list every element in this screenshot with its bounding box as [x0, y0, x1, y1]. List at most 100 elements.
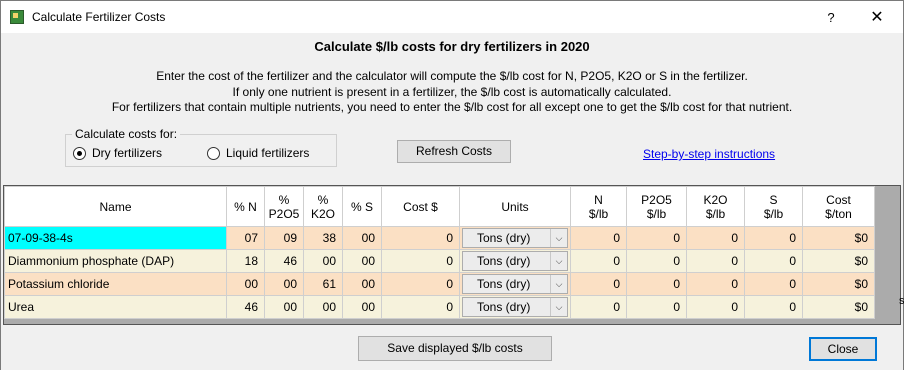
cell-n-lb: 0 [570, 272, 627, 296]
units-dropdown[interactable]: Tons (dry) ⌵ [462, 251, 568, 271]
table-row[interactable]: 07-09-38-4s 07 09 38 00 0 Tons (dry) ⌵ 0… [4, 226, 875, 250]
cell-n-lb: 0 [570, 249, 627, 273]
refresh-costs-button[interactable]: Refresh Costs [397, 140, 511, 163]
col-header-pct-n[interactable]: % N [226, 186, 265, 227]
cell-n-lb: 0 [570, 295, 627, 319]
instructions-link[interactable]: Step-by-step instructions [643, 147, 775, 161]
cell-s-lb: 0 [744, 249, 803, 273]
cell-pct-s[interactable]: 00 [342, 295, 382, 319]
cell-pct-k2o[interactable]: 00 [303, 249, 343, 273]
intro-line-2: If only one nutrient is present in a fer… [232, 85, 672, 99]
cell-cost-ton: $0 [802, 226, 875, 250]
col-header-cost[interactable]: Cost $ [381, 186, 460, 227]
radio-selected-icon[interactable] [73, 146, 86, 160]
fertilizer-table: Name % N % P2O5 % K2O % S Cost $ Units N $/… [4, 186, 875, 319]
cell-cost-ton: $0 [802, 295, 875, 319]
cell-p2o5-lb: 0 [626, 272, 687, 296]
close-window-icon[interactable]: ✕ [861, 6, 893, 30]
cell-units[interactable]: Tons (dry) ⌵ [459, 226, 571, 250]
cell-cost[interactable]: 0 [381, 249, 460, 273]
cell-cost[interactable]: 0 [381, 295, 460, 319]
col-header-name[interactable]: Name [4, 186, 227, 227]
cell-pct-p2o5[interactable]: 09 [264, 226, 304, 250]
cell-name[interactable]: Urea [4, 295, 227, 319]
radio-unselected-icon[interactable] [207, 146, 220, 160]
bottom-edge [0, 370, 904, 375]
cell-pct-s[interactable]: 00 [342, 272, 382, 296]
cell-s-lb: 0 [744, 226, 803, 250]
units-dropdown[interactable]: Tons (dry) ⌵ [462, 274, 568, 294]
chevron-down-icon[interactable]: ⌵ [550, 229, 567, 247]
col-header-p2o5-lb[interactable]: P2O5 $/lb [626, 186, 687, 227]
units-value: Tons (dry) [477, 300, 531, 314]
cell-pct-n[interactable]: 00 [226, 272, 265, 296]
cell-units[interactable]: Tons (dry) ⌵ [459, 272, 571, 296]
cell-p2o5-lb: 0 [626, 226, 687, 250]
cell-pct-k2o[interactable]: 38 [303, 226, 343, 250]
page-title: Calculate $/lb costs for dry fertilizers… [314, 39, 590, 54]
col-header-pct-s[interactable]: % S [342, 186, 382, 227]
radio-liquid-label: Liquid fertilizers [226, 146, 310, 160]
cell-k2o-lb: 0 [686, 249, 745, 273]
cell-pct-k2o[interactable]: 00 [303, 295, 343, 319]
cell-pct-p2o5[interactable]: 46 [264, 249, 304, 273]
cell-units[interactable]: Tons (dry) ⌵ [459, 249, 571, 273]
cell-pct-s[interactable]: 00 [342, 249, 382, 273]
intro-line-1: Enter the cost of the fertilizer and the… [156, 69, 748, 83]
cell-name[interactable]: 07-09-38-4s [4, 226, 227, 250]
cell-k2o-lb: 0 [686, 272, 745, 296]
table-row[interactable]: Potassium chloride 00 00 61 00 0 Tons (d… [4, 272, 875, 296]
chevron-down-icon[interactable]: ⌵ [550, 252, 567, 270]
cell-pct-p2o5[interactable]: 00 [264, 272, 304, 296]
col-header-s-lb[interactable]: S $/lb [744, 186, 803, 227]
table-header-row: Name % N % P2O5 % K2O % S Cost $ Units N $/… [4, 186, 875, 227]
cell-pct-n[interactable]: 07 [226, 226, 265, 250]
radio-liquid-fertilizers[interactable]: Liquid fertilizers [207, 146, 309, 160]
cell-units[interactable]: Tons (dry) ⌵ [459, 295, 571, 319]
table-row[interactable]: Urea 46 00 00 00 0 Tons (dry) ⌵ 0 0 0 0 … [4, 295, 875, 319]
cell-k2o-lb: 0 [686, 226, 745, 250]
cell-s-lb: 0 [744, 295, 803, 319]
save-costs-button[interactable]: Save displayed $/lb costs [358, 336, 552, 361]
radio-dry-fertilizers[interactable]: Dry fertilizers [73, 146, 162, 160]
cell-s-lb: 0 [744, 272, 803, 296]
units-dropdown[interactable]: Tons (dry) ⌵ [462, 297, 568, 317]
col-header-n-lb[interactable]: N $/lb [570, 186, 627, 227]
dialog-window: Calculate Fertilizer Costs ? ✕ Calculate… [0, 0, 904, 375]
cell-k2o-lb: 0 [686, 295, 745, 319]
help-button[interactable]: ? [817, 6, 845, 30]
radio-dry-label: Dry fertilizers [92, 146, 163, 160]
cell-cost-ton: $0 [802, 272, 875, 296]
cell-pct-k2o[interactable]: 61 [303, 272, 343, 296]
chevron-down-icon[interactable]: ⌵ [550, 298, 567, 316]
calc-for-legend: Calculate costs for: [72, 127, 181, 141]
cell-n-lb: 0 [570, 226, 627, 250]
cell-pct-n[interactable]: 46 [226, 295, 265, 319]
cell-name[interactable]: Diammonium phosphate (DAP) [4, 249, 227, 273]
col-header-units[interactable]: Units [459, 186, 571, 227]
cell-cost[interactable]: 0 [381, 272, 460, 296]
cell-cost-ton: $0 [802, 249, 875, 273]
units-dropdown[interactable]: Tons (dry) ⌵ [462, 228, 568, 248]
col-header-pct-p2o5[interactable]: % P2O5 [264, 186, 304, 227]
col-header-k2o-lb[interactable]: K2O $/lb [686, 186, 745, 227]
cell-name[interactable]: Potassium chloride [4, 272, 227, 296]
units-value: Tons (dry) [477, 277, 531, 291]
cell-p2o5-lb: 0 [626, 295, 687, 319]
units-value: Tons (dry) [477, 231, 531, 245]
col-header-pct-k2o[interactable]: % K2O [303, 186, 343, 227]
cell-pct-p2o5[interactable]: 00 [264, 295, 304, 319]
app-icon [10, 10, 24, 24]
cell-p2o5-lb: 0 [626, 249, 687, 273]
col-header-cost-ton[interactable]: Cost $/ton [802, 186, 875, 227]
units-value: Tons (dry) [477, 254, 531, 268]
window-title: Calculate Fertilizer Costs [32, 10, 166, 24]
cell-pct-n[interactable]: 18 [226, 249, 265, 273]
chevron-down-icon[interactable]: ⌵ [550, 275, 567, 293]
intro-line-3: For fertilizers that contain multiple nu… [111, 100, 793, 114]
cell-pct-s[interactable]: 00 [342, 226, 382, 250]
table-row[interactable]: Diammonium phosphate (DAP) 18 46 00 00 0… [4, 249, 875, 273]
close-button[interactable]: Close [809, 337, 877, 361]
background-text-fragment: s [899, 295, 904, 307]
cell-cost[interactable]: 0 [381, 226, 460, 250]
